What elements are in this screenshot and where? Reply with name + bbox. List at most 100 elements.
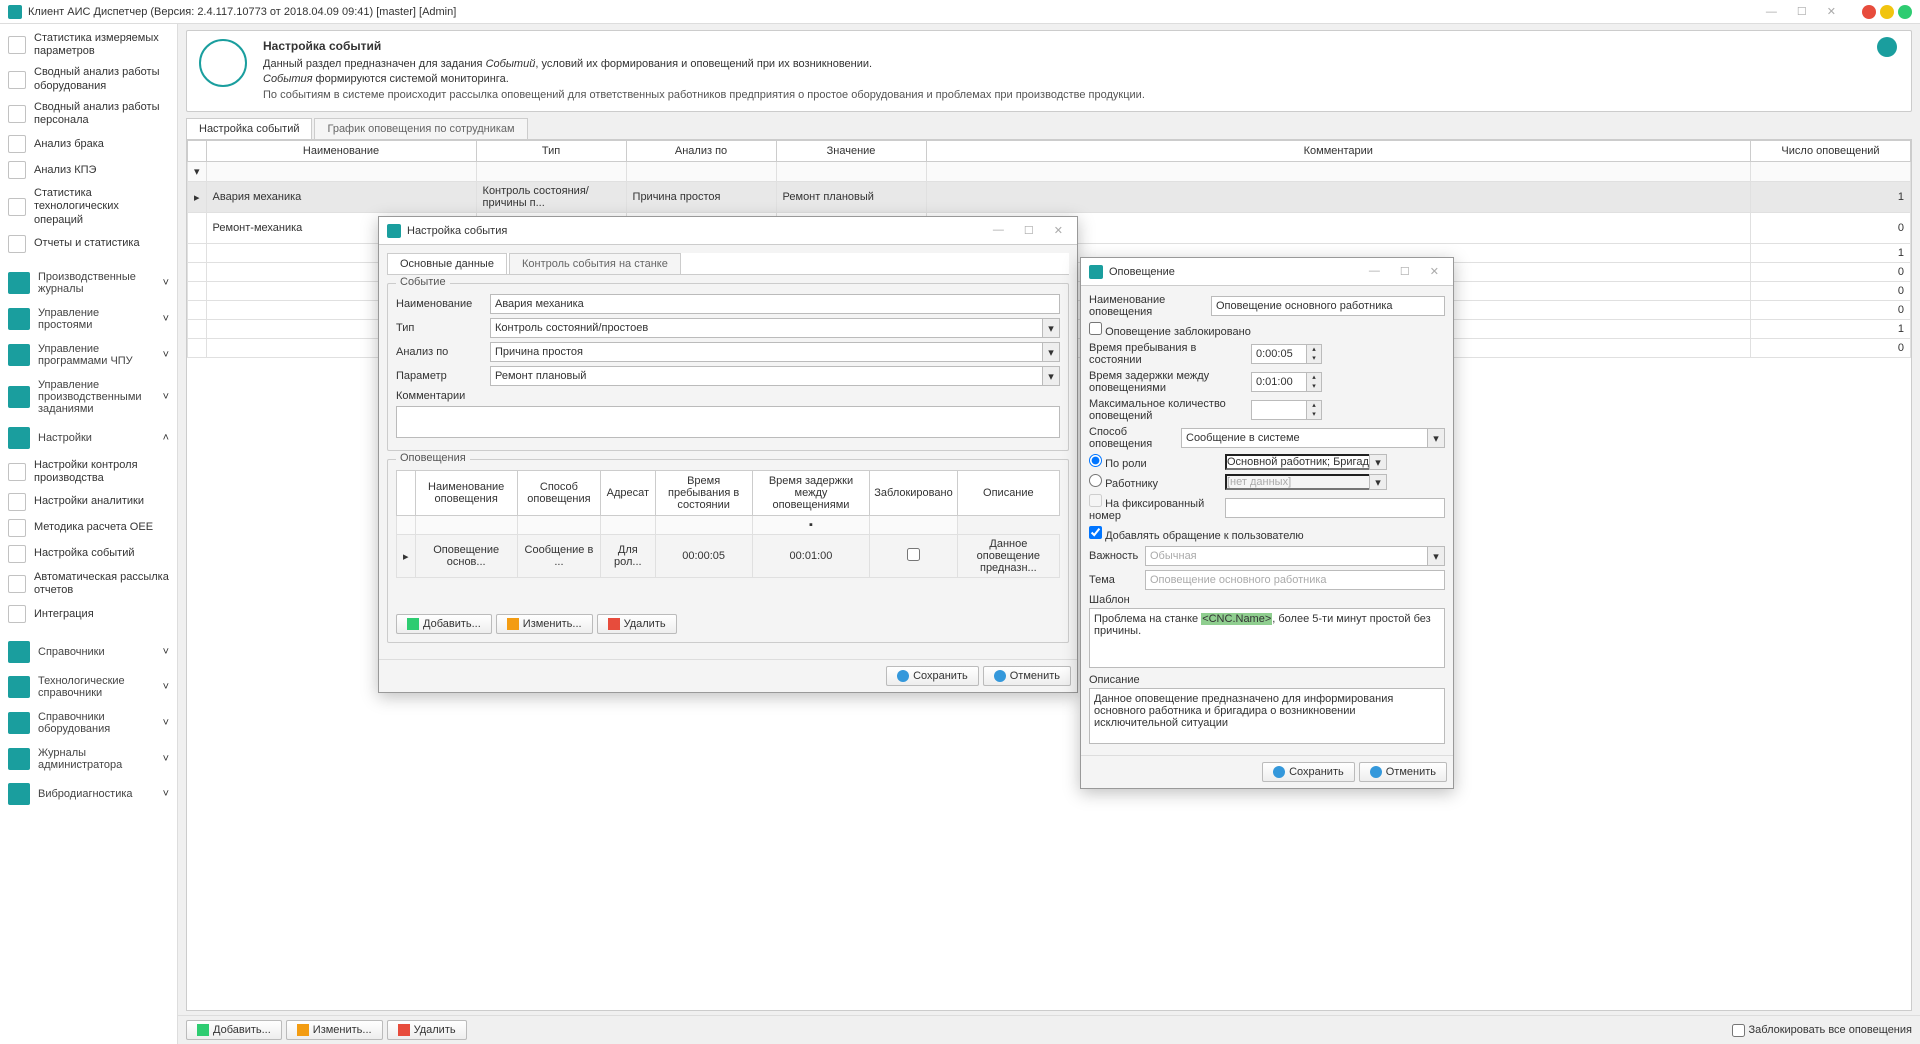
chevron-down-icon[interactable]: ▾: [1042, 366, 1060, 386]
dialog-title-bar[interactable]: Настройка события —☐✕: [379, 217, 1077, 245]
delay-spinner[interactable]: ▴▾: [1251, 372, 1322, 392]
block-all-checkbox[interactable]: Заблокировать все оповещения: [1732, 1024, 1913, 1037]
app-icon: [387, 224, 401, 238]
cancel-icon: [1370, 766, 1382, 778]
dialog-title-bar[interactable]: Оповещение —☐✕: [1081, 258, 1453, 286]
appeal-checkbox[interactable]: Добавлять обращение к пользователю: [1089, 526, 1304, 542]
role-radio[interactable]: По роли: [1089, 454, 1219, 470]
save-button[interactable]: Сохранить: [886, 666, 979, 686]
save-icon: [1273, 766, 1285, 778]
save-button[interactable]: Сохранить: [1262, 762, 1355, 782]
report-icon: [8, 161, 26, 179]
chevron-down-icon: ˅: [163, 277, 169, 289]
tab-events[interactable]: Настройка событий: [186, 118, 312, 139]
sidebar-group[interactable]: Справочники оборудования˅: [0, 705, 177, 741]
sidebar-item[interactable]: Анализ брака: [0, 131, 177, 157]
chevron-down-icon[interactable]: ▾: [1369, 454, 1387, 470]
close-icon[interactable]: ✕: [1819, 3, 1844, 20]
chevron-down-icon[interactable]: ▾: [1427, 428, 1445, 448]
duration-spinner[interactable]: ▴▾: [1251, 344, 1322, 364]
sidebar-group[interactable]: Вибродиагностика˅: [0, 777, 177, 811]
minimize-icon[interactable]: —: [987, 222, 1010, 239]
event-settings-dialog: Настройка события —☐✕ Основные данные Ко…: [378, 216, 1078, 693]
cancel-icon: [994, 670, 1006, 682]
minimize-icon[interactable]: —: [1758, 4, 1785, 20]
cancel-button[interactable]: Отменить: [983, 666, 1071, 686]
sidebar-item[interactable]: Статистика измеряемых параметров: [0, 28, 177, 62]
description-textarea[interactable]: Данное оповещение предназначено для инфо…: [1089, 688, 1445, 744]
tab-main-data[interactable]: Основные данные: [387, 253, 507, 274]
theme-input: [1145, 570, 1445, 590]
sidebar-item[interactable]: Интеграция: [0, 601, 177, 627]
chevron-down-icon: ˅: [163, 646, 169, 658]
max-spinner[interactable]: ▴▾: [1251, 400, 1322, 420]
close-icon[interactable]: ✕: [1048, 222, 1069, 239]
tab-schedule[interactable]: График оповещения по сотрудникам: [314, 118, 527, 139]
chevron-down-icon[interactable]: ▾: [1042, 342, 1060, 362]
delete-notif-button[interactable]: Удалить: [597, 614, 677, 634]
blocked-checkbox[interactable]: Оповещение заблокировано: [1089, 322, 1251, 338]
minimize-icon[interactable]: —: [1363, 263, 1386, 280]
group-icon: [8, 748, 30, 770]
item-icon: [8, 545, 26, 563]
sidebar-item[interactable]: Автоматическая рассылка отчетов: [0, 567, 177, 601]
template-editor[interactable]: Проблема на станке <CNC.Name>, более 5-т…: [1089, 608, 1445, 668]
pencil-icon: [297, 1024, 309, 1036]
group-icon: [8, 308, 30, 330]
notifications-grid[interactable]: Наименование оповещенияСпособ оповещения…: [396, 470, 1060, 578]
role-combo[interactable]: [1225, 454, 1369, 470]
tab-control[interactable]: Контроль события на станке: [509, 253, 681, 274]
method-combo[interactable]: [1181, 428, 1427, 448]
sidebar-group[interactable]: Журналы администратора˅: [0, 741, 177, 777]
sidebar-group[interactable]: Управление простоями˅: [0, 301, 177, 337]
edit-notif-button[interactable]: Изменить...: [496, 614, 593, 634]
delete-button[interactable]: Удалить: [387, 1020, 467, 1040]
close-icon[interactable]: ✕: [1424, 263, 1445, 280]
sidebar-item[interactable]: Отчеты и статистика: [0, 231, 177, 257]
analysis-combo[interactable]: [490, 342, 1042, 362]
sidebar-group[interactable]: Справочники˅: [0, 635, 177, 669]
comment-textarea[interactable]: [396, 406, 1060, 438]
sidebar-item[interactable]: Сводный анализ работы персонала: [0, 97, 177, 131]
chevron-down-icon: ˅: [163, 788, 169, 800]
maximize-icon[interactable]: ☐: [1018, 222, 1040, 239]
x-icon: [608, 618, 620, 630]
sidebar-group[interactable]: Управление программами ЧПУ˅: [0, 337, 177, 373]
sidebar-group[interactable]: Производственные журналы˅: [0, 265, 177, 301]
param-combo[interactable]: [490, 366, 1042, 386]
maximize-icon[interactable]: ☐: [1394, 263, 1416, 280]
add-button[interactable]: Добавить...: [186, 1020, 282, 1040]
notif-name-input[interactable]: [1211, 296, 1445, 316]
name-input[interactable]: [490, 294, 1060, 314]
edit-button[interactable]: Изменить...: [286, 1020, 383, 1040]
type-combo[interactable]: [490, 318, 1042, 338]
sidebar-item[interactable]: Методика расчета OEE: [0, 515, 177, 541]
sidebar-item[interactable]: Настройка событий: [0, 541, 177, 567]
sidebar-item[interactable]: Настройки контроля производства: [0, 455, 177, 489]
worker-radio[interactable]: Работнику: [1089, 474, 1219, 490]
report-icon: [8, 135, 26, 153]
report-icon: [8, 105, 26, 123]
sidebar-item[interactable]: Статистика технологических операций: [0, 183, 177, 231]
add-notif-button[interactable]: Добавить...: [396, 614, 492, 634]
table-row[interactable]: ▸Авария механикаКонтроль состояния/причи…: [188, 182, 1911, 213]
sidebar-group[interactable]: Управление производственными заданиями˅: [0, 373, 177, 421]
sidebar-item[interactable]: Настройки аналитики: [0, 489, 177, 515]
worker-combo: [1225, 474, 1369, 490]
sidebar-item[interactable]: Сводный анализ работы оборудования: [0, 62, 177, 96]
group-icon: [8, 676, 30, 698]
maximize-icon[interactable]: ☐: [1789, 3, 1815, 20]
sidebar-item[interactable]: Анализ КПЭ: [0, 157, 177, 183]
group-icon: [8, 783, 30, 805]
sidebar-group[interactable]: Технологические справочники˅: [0, 669, 177, 705]
cancel-button[interactable]: Отменить: [1359, 762, 1447, 782]
sidebar-group[interactable]: Настройки˄: [0, 421, 177, 455]
page-title: Настройка событий: [263, 39, 1145, 53]
title-bar: Клиент АИС Диспетчер (Версия: 2.4.117.10…: [0, 0, 1920, 24]
report-icon: [8, 235, 26, 253]
template-tag: <CNC.Name>: [1201, 613, 1272, 625]
table-row[interactable]: ▸Оповещение основ...Сообщение в ...Для р…: [397, 535, 1060, 578]
user-settings-icon[interactable]: [1877, 37, 1897, 57]
chevron-down-icon[interactable]: ▾: [1042, 318, 1060, 338]
title-text: Клиент АИС Диспетчер (Версия: 2.4.117.10…: [28, 6, 456, 18]
